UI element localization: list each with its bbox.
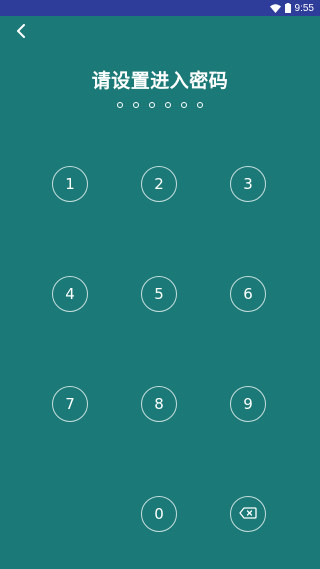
pin-dot <box>117 102 123 108</box>
delete-button[interactable] <box>230 496 266 532</box>
key-2-button[interactable]: 2 <box>141 166 177 202</box>
pin-dot <box>181 102 187 108</box>
key-0-button[interactable]: 0 <box>141 496 177 532</box>
key-1-button[interactable]: 1 <box>52 166 88 202</box>
back-arrow-icon <box>15 23 27 42</box>
status-bar: 9:55 <box>0 0 320 16</box>
backspace-icon <box>239 505 257 523</box>
page-title: 请设置进入密码 <box>91 70 229 92</box>
key-3-button[interactable]: 3 <box>230 166 266 202</box>
key-9-button[interactable]: 9 <box>230 386 266 422</box>
key-6-button[interactable]: 6 <box>230 276 266 312</box>
pin-dot <box>165 102 171 108</box>
wifi-icon <box>269 3 281 13</box>
key-4-button[interactable]: 4 <box>52 276 88 312</box>
battery-icon <box>284 3 291 13</box>
key-7-button[interactable]: 7 <box>52 386 88 422</box>
pin-dot <box>133 102 139 108</box>
pin-dot <box>197 102 203 108</box>
status-icons: 9:55 <box>269 0 314 16</box>
status-time: 9:55 <box>294 2 314 14</box>
pin-dot <box>149 102 155 108</box>
back-button[interactable] <box>10 21 32 43</box>
pin-indicator <box>0 102 320 108</box>
key-8-button[interactable]: 8 <box>141 386 177 422</box>
key-5-button[interactable]: 5 <box>141 276 177 312</box>
